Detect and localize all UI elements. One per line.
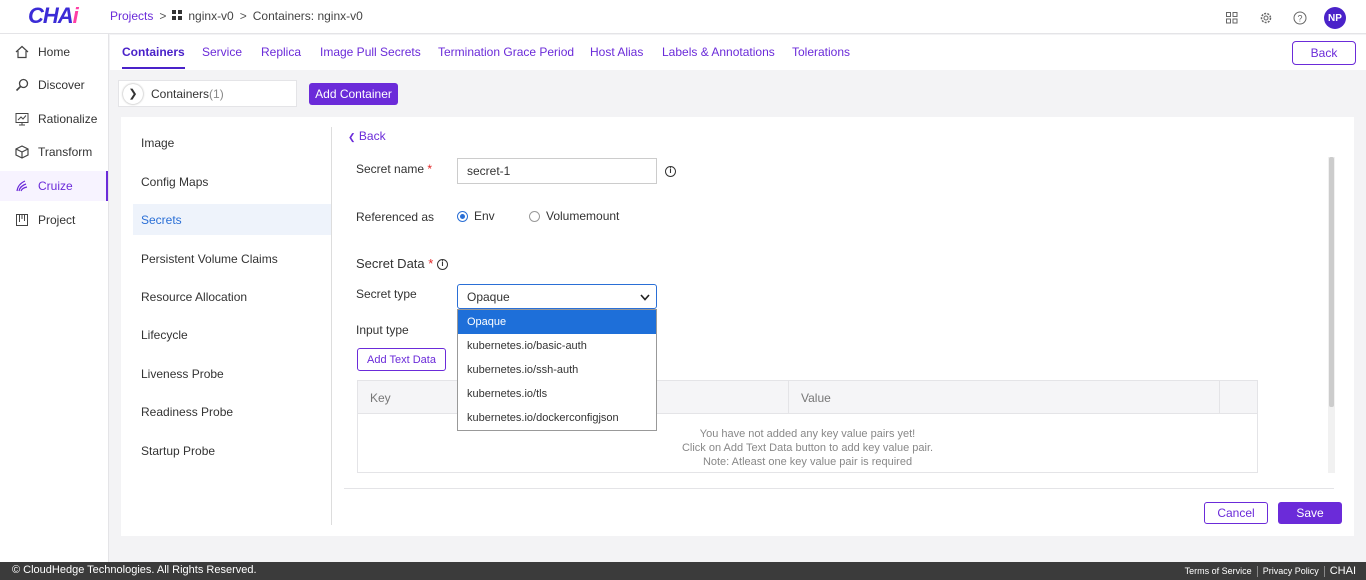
footer-separator <box>1323 565 1325 577</box>
footer-separator <box>1256 565 1258 577</box>
info-icon[interactable]: i <box>665 164 676 178</box>
tab-tolerations[interactable]: Tolerations <box>792 45 850 59</box>
home-icon <box>14 44 30 60</box>
sidebar-item-label: Cruize <box>38 179 73 193</box>
back-link[interactable]: ❮ Back <box>348 129 386 143</box>
dropdown-option-dockerconfigjson[interactable]: kubernetes.io/dockerconfigjson <box>458 406 656 430</box>
sidebar-item-cruize[interactable]: Cruize <box>0 171 108 201</box>
sidebar-item-label: Rationalize <box>38 112 98 126</box>
save-button[interactable]: Save <box>1278 502 1342 524</box>
menu-item-liveness-probe[interactable]: Liveness Probe <box>133 358 331 389</box>
form-divider <box>344 488 1334 489</box>
sidebar-item-label: Home <box>38 45 71 59</box>
tab-containers[interactable]: Containers <box>122 45 185 69</box>
sidebar-item-transform[interactable]: Transform <box>0 137 108 167</box>
sidebar-item-label: Discover <box>38 78 85 92</box>
tab-host-alias[interactable]: Host Alias <box>590 45 643 59</box>
breadcrumb: Projects > nginx-v0 > Containers: nginx-… <box>110 9 363 23</box>
sidebar-item-label: Project <box>38 213 76 227</box>
dropdown-option-basic-auth[interactable]: kubernetes.io/basic-auth <box>458 334 656 358</box>
cancel-button[interactable]: Cancel <box>1204 502 1268 524</box>
breadcrumb-project[interactable]: nginx-v0 <box>188 9 233 23</box>
terms-link[interactable]: Terms of Service <box>1185 566 1252 576</box>
tab-labels-annotations[interactable]: Labels & Annotations <box>662 45 775 59</box>
chevron-left-icon: ❮ <box>348 132 356 142</box>
breadcrumb-current: Containers: nginx-v0 <box>252 9 363 23</box>
footer: © CloudHedge Technologies. All Rights Re… <box>0 562 1366 580</box>
menu-item-persistent-volume-claims[interactable]: Persistent Volume Claims <box>133 243 331 274</box>
chai-logo[interactable]: CHAi <box>28 3 79 29</box>
secret-type-select[interactable]: Opaque <box>457 284 657 309</box>
input-type-label: Input type <box>356 323 409 337</box>
sidebar-item-label: Transform <box>38 145 93 159</box>
privacy-link[interactable]: Privacy Policy <box>1263 566 1319 576</box>
dropdown-option-tls[interactable]: kubernetes.io/tls <box>458 382 656 406</box>
sidebar: Home Discover Rationalize Transform Crui… <box>0 34 109 562</box>
containers-label: Containers(1) <box>151 86 224 101</box>
sidebar-item-home[interactable]: Home <box>0 37 108 67</box>
vertical-divider <box>331 127 332 525</box>
tabs-bar: Containers Service Replica Image Pull Se… <box>110 35 1366 70</box>
footer-brand: CHAI <box>1329 565 1356 577</box>
add-container-button[interactable]: Add Container <box>309 83 398 105</box>
sidebar-item-discover[interactable]: Discover <box>0 70 108 100</box>
settings-gear-icon[interactable] <box>1256 8 1276 28</box>
breadcrumb-projects[interactable]: Projects <box>110 9 153 23</box>
tab-replica[interactable]: Replica <box>261 45 301 59</box>
radio-env[interactable]: Env <box>457 209 495 223</box>
tab-image-pull-secrets[interactable]: Image Pull Secrets <box>320 45 421 59</box>
sidebar-item-rationalize[interactable]: Rationalize <box>0 104 108 134</box>
column-header-value: Value <box>801 391 831 405</box>
info-icon[interactable]: i <box>436 259 448 271</box>
add-text-data-button[interactable]: Add Text Data <box>357 348 446 371</box>
breadcrumb-separator: > <box>159 9 167 23</box>
tab-termination-grace-period[interactable]: Termination Grace Period <box>438 45 574 59</box>
menu-item-lifecycle[interactable]: Lifecycle <box>133 319 331 350</box>
svg-text:?: ? <box>1297 14 1302 24</box>
radio-volumemount[interactable]: Volumemount <box>529 209 619 223</box>
column-divider <box>1219 381 1220 414</box>
column-divider <box>788 381 789 414</box>
discover-icon <box>14 77 30 93</box>
breadcrumb-separator: > <box>239 9 247 23</box>
menu-item-readiness-probe[interactable]: Readiness Probe <box>133 396 331 427</box>
project-icon <box>14 212 30 228</box>
containers-selector[interactable]: ❯ Containers(1) <box>118 80 297 107</box>
dropdown-option-opaque[interactable]: Opaque <box>458 310 656 334</box>
scrollbar-thumb[interactable] <box>1329 157 1334 407</box>
transform-cube-icon <box>14 144 30 160</box>
rationalize-icon <box>14 111 30 127</box>
cruize-icon <box>14 178 30 194</box>
top-bar: CHAi Projects > nginx-v0 > Containers: n… <box>0 0 1366 34</box>
sidebar-item-project[interactable]: Project <box>0 205 108 235</box>
back-button[interactable]: Back <box>1292 41 1356 65</box>
main-panel: Image Config Maps Secrets Persistent Vol… <box>121 117 1354 536</box>
referenced-as-label: Referenced as <box>356 210 435 224</box>
radio-selected-icon[interactable] <box>457 210 468 222</box>
help-icon[interactable]: ? <box>1290 8 1310 28</box>
secret-data-title: Secret Data * i <box>356 256 448 271</box>
dropdown-option-ssh-auth[interactable]: kubernetes.io/ssh-auth <box>458 358 656 382</box>
secret-name-label: Secret name * <box>356 162 433 176</box>
tab-service[interactable]: Service <box>202 45 242 59</box>
menu-item-image[interactable]: Image <box>133 127 331 158</box>
user-avatar[interactable]: NP <box>1324 7 1346 29</box>
footer-links: Terms of Service Privacy Policy CHAI <box>1185 565 1356 577</box>
menu-item-config-maps[interactable]: Config Maps <box>133 166 331 197</box>
menu-item-resource-allocation[interactable]: Resource Allocation <box>133 281 331 312</box>
apps-grid-icon[interactable] <box>1222 8 1242 28</box>
top-icons: ? NP <box>1222 7 1346 29</box>
secret-type-dropdown: Opaque kubernetes.io/basic-auth kubernet… <box>457 309 657 431</box>
radio-unselected-icon[interactable] <box>529 210 540 222</box>
menu-item-startup-probe[interactable]: Startup Probe <box>133 435 331 466</box>
copyright-text: © CloudHedge Technologies. All Rights Re… <box>12 564 257 576</box>
column-header-key: Key <box>370 391 391 405</box>
chevron-down-icon <box>640 290 650 304</box>
grid-icon <box>172 9 183 23</box>
chevron-right-icon[interactable]: ❯ <box>123 83 143 104</box>
secret-type-label: Secret type <box>356 287 417 301</box>
menu-item-secrets[interactable]: Secrets <box>133 204 331 235</box>
empty-state-message: You have not added any key value pairs y… <box>681 428 934 468</box>
secret-name-input[interactable]: secret-1 <box>457 158 657 184</box>
